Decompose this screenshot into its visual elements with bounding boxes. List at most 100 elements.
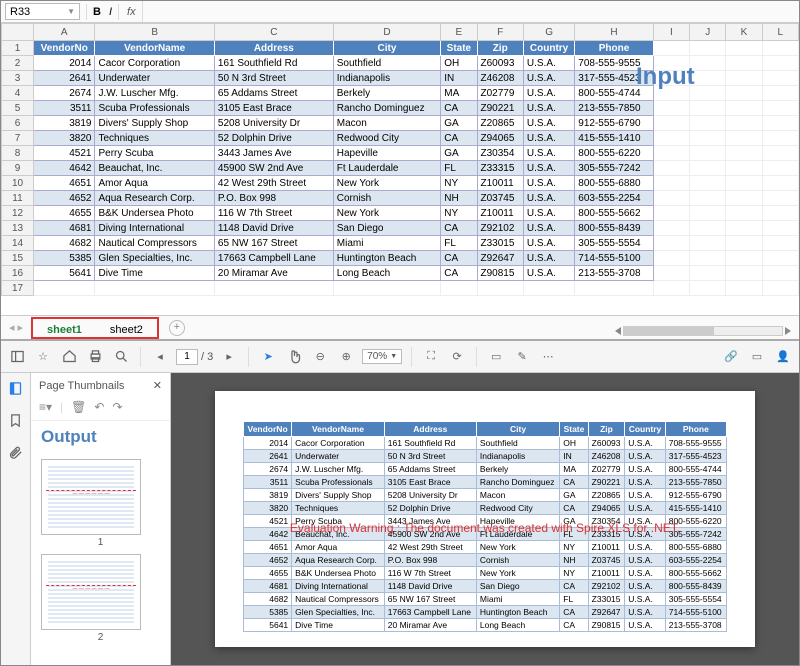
cell[interactable]: 912-555-6790: [575, 116, 654, 131]
cell[interactable]: Southfield: [333, 56, 440, 71]
fit-icon[interactable]: ⛶: [421, 347, 441, 367]
row-header[interactable]: 16: [2, 266, 34, 281]
row-header[interactable]: 14: [2, 236, 34, 251]
cell[interactable]: U.S.A.: [523, 161, 574, 176]
cell[interactable]: 5641: [34, 266, 95, 281]
cell[interactable]: Z60093: [477, 56, 523, 71]
cell[interactable]: 50 N 3rd Street: [214, 71, 333, 86]
page-thumbnail[interactable]: — — — — — —: [41, 554, 141, 630]
col-header[interactable]: I: [653, 24, 689, 41]
th-rotate-ccw-icon[interactable]: ↶: [94, 400, 104, 414]
header-cell[interactable]: Phone: [575, 41, 654, 56]
row-header[interactable]: 17: [2, 281, 34, 296]
cell[interactable]: Z92102: [477, 221, 523, 236]
cell[interactable]: CA: [441, 251, 477, 266]
row-header[interactable]: 15: [2, 251, 34, 266]
cell[interactable]: Aqua Research Corp.: [95, 191, 214, 206]
cell[interactable]: Z33015: [477, 236, 523, 251]
cell[interactable]: Z10011: [477, 176, 523, 191]
cell[interactable]: 5208 University Dr: [214, 116, 333, 131]
cell[interactable]: 213-555-3708: [575, 266, 654, 281]
cell[interactable]: Huntington Beach: [333, 251, 440, 266]
col-header[interactable]: F: [477, 24, 523, 41]
cell[interactable]: Cacor Corporation: [95, 56, 214, 71]
highlight-icon[interactable]: ▭: [486, 347, 506, 367]
cell[interactable]: 800-555-5662: [575, 206, 654, 221]
pointer-icon[interactable]: ➤: [258, 347, 278, 367]
cell[interactable]: 65 Addams Street: [214, 86, 333, 101]
bookmark2-icon[interactable]: ▭: [747, 347, 767, 367]
cell[interactable]: NH: [441, 191, 477, 206]
cell[interactable]: CA: [441, 131, 477, 146]
cell[interactable]: NY: [441, 176, 477, 191]
cell[interactable]: Hapeville: [333, 146, 440, 161]
cell[interactable]: San Diego: [333, 221, 440, 236]
cell[interactable]: 2641: [34, 71, 95, 86]
cell[interactable]: CA: [441, 266, 477, 281]
cell[interactable]: CA: [441, 221, 477, 236]
cell[interactable]: Z92647: [477, 251, 523, 266]
cell[interactable]: J.W. Luscher Mfg.: [95, 86, 214, 101]
header-cell[interactable]: VendorName: [95, 41, 214, 56]
cell[interactable]: 3443 James Ave: [214, 146, 333, 161]
cell[interactable]: Indianapolis: [333, 71, 440, 86]
header-cell[interactable]: City: [333, 41, 440, 56]
pdf-page-view[interactable]: VendorNoVendorNameAddressCityStateZipCou…: [171, 373, 799, 665]
cell[interactable]: IN: [441, 71, 477, 86]
attachment-tab-icon[interactable]: [8, 445, 23, 463]
cell[interactable]: 17663 Campbell Lane: [214, 251, 333, 266]
th-menu-icon[interactable]: ≡▾: [39, 400, 52, 414]
header-cell[interactable]: VendorNo: [34, 41, 95, 56]
cell[interactable]: 305-555-7242: [575, 161, 654, 176]
cell[interactable]: 161 Southfield Rd: [214, 56, 333, 71]
cell[interactable]: Divers' Supply Shop: [95, 116, 214, 131]
col-header[interactable]: J: [690, 24, 726, 41]
cell[interactable]: U.S.A.: [523, 101, 574, 116]
name-box[interactable]: R33 ▼: [5, 3, 80, 20]
close-icon[interactable]: ✕: [153, 379, 162, 392]
cell[interactable]: Miami: [333, 236, 440, 251]
cell[interactable]: P.O. Box 998: [214, 191, 333, 206]
bookmark-tab-icon[interactable]: [8, 413, 23, 431]
cell[interactable]: 2014: [34, 56, 95, 71]
cell[interactable]: Dive Time: [95, 266, 214, 281]
row-header[interactable]: 13: [2, 221, 34, 236]
row-header[interactable]: 2: [2, 56, 34, 71]
col-header[interactable]: K: [726, 24, 762, 41]
cell[interactable]: Glen Specialties, Inc.: [95, 251, 214, 266]
header-cell[interactable]: Address: [214, 41, 333, 56]
cell[interactable]: 800-555-6220: [575, 146, 654, 161]
cell[interactable]: 42 West 29th Street: [214, 176, 333, 191]
zoom-out-icon[interactable]: ⊖: [310, 347, 330, 367]
cell[interactable]: 415-555-1410: [575, 131, 654, 146]
cell[interactable]: U.S.A.: [523, 251, 574, 266]
prev-page-icon[interactable]: ◂: [150, 347, 170, 367]
cell[interactable]: 4521: [34, 146, 95, 161]
cell[interactable]: Redwood City: [333, 131, 440, 146]
cell[interactable]: U.S.A.: [523, 56, 574, 71]
page-input[interactable]: [176, 349, 198, 365]
cell[interactable]: Perry Scuba: [95, 146, 214, 161]
cell[interactable]: 3105 East Brace: [214, 101, 333, 116]
search-icon[interactable]: [111, 347, 131, 367]
row-header[interactable]: 9: [2, 161, 34, 176]
cell[interactable]: 3511: [34, 101, 95, 116]
row-header[interactable]: 1: [2, 41, 34, 56]
cell[interactable]: 116 W 7th Street: [214, 206, 333, 221]
cell[interactable]: Beauchat, Inc.: [95, 161, 214, 176]
cell[interactable]: Cornish: [333, 191, 440, 206]
cell[interactable]: U.S.A.: [523, 236, 574, 251]
cell[interactable]: 4642: [34, 161, 95, 176]
cell[interactable]: OH: [441, 56, 477, 71]
cell[interactable]: U.S.A.: [523, 176, 574, 191]
row-header[interactable]: 12: [2, 206, 34, 221]
row-header[interactable]: 8: [2, 146, 34, 161]
cell[interactable]: FL: [441, 161, 477, 176]
cell[interactable]: U.S.A.: [523, 131, 574, 146]
sheet-tab-1[interactable]: sheet1: [33, 319, 96, 337]
cell[interactable]: Macon: [333, 116, 440, 131]
cell[interactable]: 305-555-5554: [575, 236, 654, 251]
spreadsheet-grid[interactable]: Input ABCDEFGHIJKL1VendorNoVendorNameAdd…: [1, 23, 799, 315]
rotate-icon[interactable]: ⟳: [447, 347, 467, 367]
next-page-icon[interactable]: ▸: [219, 347, 239, 367]
